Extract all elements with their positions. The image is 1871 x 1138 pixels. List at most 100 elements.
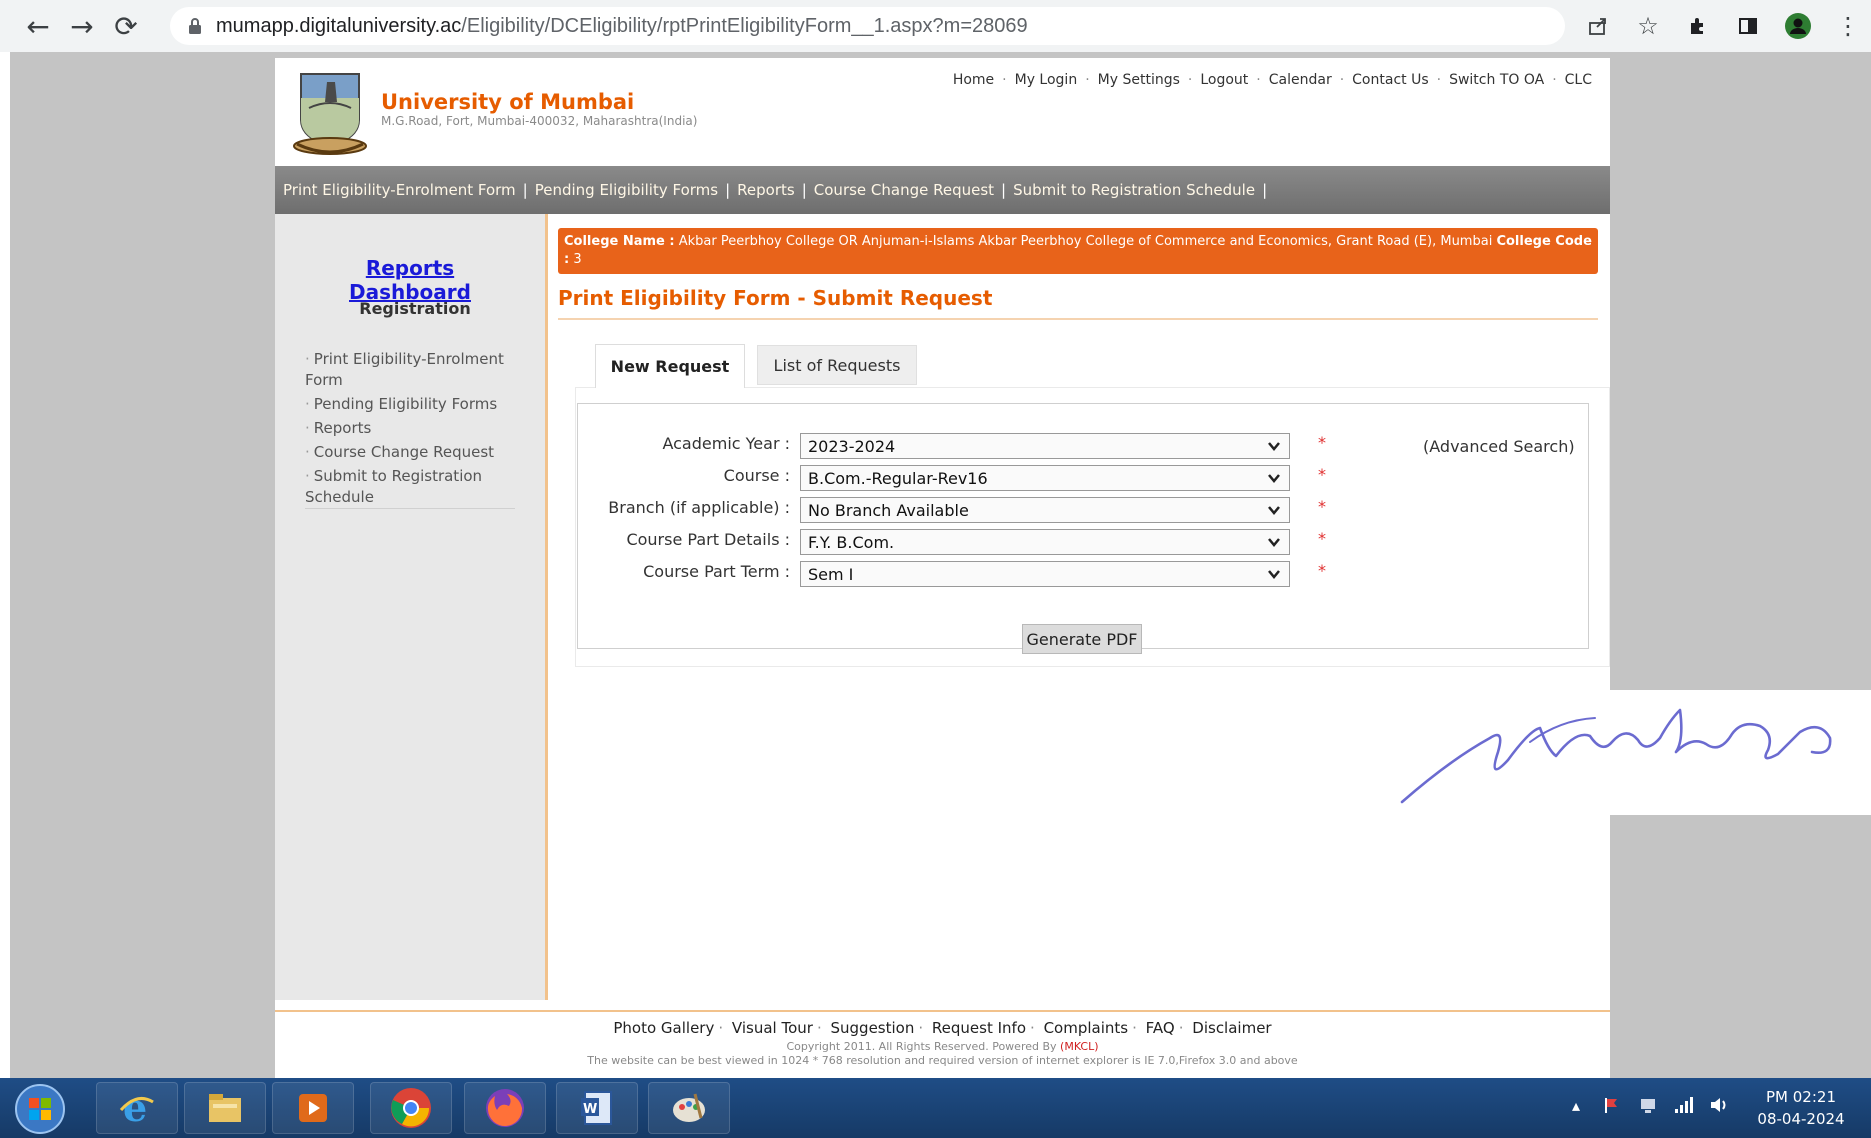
bullet: · (305, 467, 310, 485)
required-mark: * (1318, 433, 1326, 452)
top-link-contact-us[interactable]: Contact Us (1352, 72, 1428, 88)
media-player-icon[interactable] (272, 1082, 354, 1134)
course-part-details-value: F.Y. B.Com. (808, 532, 895, 552)
nav-item-pending-eligibility[interactable]: Pending Eligibility Forms (535, 181, 718, 199)
sidebar-item-submit-registration[interactable]: · Submit to Registration Schedule (305, 466, 535, 508)
sidebar-item-label: Course Change Request (313, 443, 495, 461)
word-icon[interactable]: W (556, 1082, 638, 1134)
profile-icon[interactable] (1783, 11, 1813, 41)
footer-link-complaints[interactable]: Complaints (1044, 1019, 1129, 1037)
advanced-search-link[interactable]: (Advanced Search) (1423, 437, 1575, 456)
chrome-icon[interactable] (370, 1082, 452, 1134)
course-part-details-label: Course Part Details : (626, 530, 790, 549)
link-separator: · (918, 1019, 924, 1037)
college-code-value: 3 (573, 252, 582, 267)
chevron-down-icon (1268, 506, 1280, 515)
college-name-value: Akbar Peerbhoy College OR Anjuman-i-Isla… (678, 234, 1493, 249)
sidebar-item-reports[interactable]: · Reports (305, 418, 535, 439)
title-divider (558, 318, 1598, 320)
internet-explorer-icon[interactable]: e (96, 1082, 178, 1134)
menu-icon[interactable]: ⋮ (1833, 11, 1863, 41)
top-links: Home · My Login · My Settings · Logout ·… (945, 72, 1592, 88)
sidebar-item-print-eligibility[interactable]: · Print Eligibility-Enrolment Form (305, 349, 535, 391)
windows-taskbar: e W ▴ PM 02:21 08-04-2024 (0, 1078, 1871, 1138)
mkcl-link[interactable]: (MKCL) (1060, 1040, 1099, 1053)
url-host: mumapp.digitaluniversity.ac (216, 14, 462, 37)
footer-link-disclaimer[interactable]: Disclaimer (1192, 1019, 1271, 1037)
nav-separator: | (1262, 181, 1268, 199)
sidebar-item-pending-eligibility[interactable]: · Pending Eligibility Forms (305, 394, 535, 415)
signal-strength-icon[interactable] (1673, 1094, 1695, 1116)
forward-arrow-icon[interactable]: → (62, 6, 102, 46)
top-link-switch-to-oa[interactable]: Switch TO OA (1449, 72, 1544, 88)
nav-separator: | (522, 181, 528, 199)
footer-link-visual-tour[interactable]: Visual Tour (732, 1019, 813, 1037)
footer-link-request-info[interactable]: Request Info (932, 1019, 1026, 1037)
copyright-text: Copyright 2011. All Rights Reserved. Pow… (786, 1040, 1057, 1053)
nav-item-course-change[interactable]: Course Change Request (814, 181, 994, 199)
taskbar-clock[interactable]: PM 02:21 08-04-2024 (1745, 1086, 1857, 1130)
footer-copyright: Copyright 2011. All Rights Reserved. Pow… (275, 1040, 1610, 1053)
share-icon[interactable] (1583, 11, 1613, 41)
required-mark: * (1318, 497, 1326, 516)
back-arrow-icon[interactable]: ← (18, 6, 58, 46)
star-icon[interactable]: ☆ (1633, 11, 1663, 41)
reload-icon[interactable]: ⟳ (106, 6, 146, 46)
course-value: B.Com.-Regular-Rev16 (808, 468, 988, 488)
address-bar[interactable]: mumapp.digitaluniversity.ac/Eligibility/… (170, 7, 1565, 45)
link-separator: · (718, 1019, 724, 1037)
course-part-term-select[interactable]: Sem I (800, 561, 1290, 587)
file-explorer-icon[interactable] (184, 1082, 266, 1134)
top-link-my-login[interactable]: My Login (1015, 72, 1078, 88)
sidepanel-icon[interactable] (1733, 11, 1763, 41)
nav-item-reports[interactable]: Reports (737, 181, 795, 199)
sidebar-item-label: Print Eligibility-Enrolment Form (305, 350, 504, 389)
top-link-my-settings[interactable]: My Settings (1098, 72, 1180, 88)
footer-divider (275, 1010, 1610, 1012)
sidebar-list: · Print Eligibility-Enrolment Form · Pendi… (305, 349, 535, 511)
top-link-clc[interactable]: CLC (1565, 72, 1592, 88)
windows-start-icon[interactable] (14, 1083, 66, 1135)
action-center-flag-icon[interactable] (1601, 1094, 1623, 1116)
top-link-calendar[interactable]: Calendar (1269, 72, 1332, 88)
sidebar-item-course-change[interactable]: · Course Change Request (305, 442, 535, 463)
link-separator: · (1187, 72, 1193, 88)
clock-time: PM 02:21 (1766, 1088, 1836, 1106)
course-select[interactable]: B.Com.-Regular-Rev16 (800, 465, 1290, 491)
link-separator: · (1552, 72, 1557, 88)
registration-heading: Registration (359, 299, 471, 318)
paint-icon[interactable] (648, 1082, 730, 1134)
show-hidden-icons-icon[interactable]: ▴ (1565, 1094, 1587, 1116)
bullet: · (305, 395, 310, 413)
generate-pdf-button[interactable]: Generate PDF (1022, 624, 1142, 654)
handwritten-signature (1380, 690, 1871, 815)
volume-icon[interactable] (1709, 1094, 1731, 1116)
tab-list-of-requests[interactable]: List of Requests (757, 345, 917, 385)
footer-link-suggestion[interactable]: Suggestion (831, 1019, 915, 1037)
academic-year-select[interactable]: 2023-2024 (800, 433, 1290, 459)
url-text[interactable]: mumapp.digitaluniversity.ac/Eligibility/… (216, 15, 1028, 38)
lock-icon[interactable] (184, 15, 206, 37)
chevron-down-icon (1268, 442, 1280, 451)
top-link-logout[interactable]: Logout (1200, 72, 1248, 88)
firefox-icon[interactable] (464, 1082, 546, 1134)
top-link-home[interactable]: Home (953, 72, 994, 88)
footer-link-faq[interactable]: FAQ (1146, 1019, 1175, 1037)
network-share-icon[interactable] (1637, 1094, 1659, 1116)
required-mark: * (1318, 561, 1326, 580)
nav-item-print-eligibility[interactable]: Print Eligibility-Enrolment Form (283, 181, 516, 199)
footer-link-photo-gallery[interactable]: Photo Gallery (613, 1019, 714, 1037)
nav-item-submit-registration[interactable]: Submit to Registration Schedule (1013, 181, 1255, 199)
academic-year-value: 2023-2024 (808, 436, 896, 456)
college-banner: College Name : Akbar Peerbhoy College OR… (558, 228, 1598, 274)
required-mark: * (1318, 465, 1326, 484)
extensions-icon[interactable] (1683, 11, 1713, 41)
branch-select[interactable]: No Branch Available (800, 497, 1290, 523)
web-page: University of Mumbai M.G.Road, Fort, Mum… (275, 58, 1610, 1078)
reports-dashboard-link[interactable]: Reports Dashboard (305, 256, 515, 304)
link-separator: · (1256, 72, 1261, 88)
page-title: Print Eligibility Form - Submit Request (558, 286, 993, 310)
tab-new-request[interactable]: New Request (595, 344, 745, 388)
course-part-details-select[interactable]: F.Y. B.Com. (800, 529, 1290, 555)
sidebar-item-label: Pending Eligibility Forms (313, 395, 498, 413)
